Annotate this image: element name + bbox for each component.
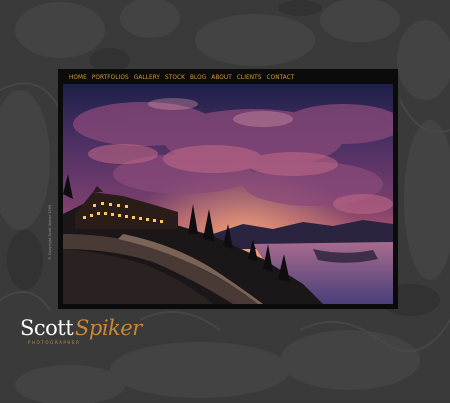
main-nav: HOME PORTFOLIOS GALLERY STOCK BLOG ABOUT… [69,72,294,82]
nav-stock[interactable]: STOCK [165,72,185,82]
nav-home[interactable]: HOME [69,72,87,82]
nav-gallery[interactable]: GALLERY [134,72,160,82]
logo-first-name: Scott [20,316,74,340]
logo-last-name: Spiker [75,316,142,340]
nav-portfolios[interactable]: PORTFOLIOS [92,72,129,82]
site-logo[interactable]: Scott Spiker PHOTOGRAPHER [20,315,142,351]
copyright-text: © Copyright Scott Spiker 2009 [48,204,52,260]
hero-photo [63,84,393,304]
nav-blog[interactable]: BLOG [190,72,206,82]
nav-contact[interactable]: CONTACT [267,72,295,82]
nav-clients[interactable]: CLIENTS [237,72,262,82]
nav-about[interactable]: ABOUT [211,72,232,82]
logo-tagline: PHOTOGRAPHER [28,340,81,345]
